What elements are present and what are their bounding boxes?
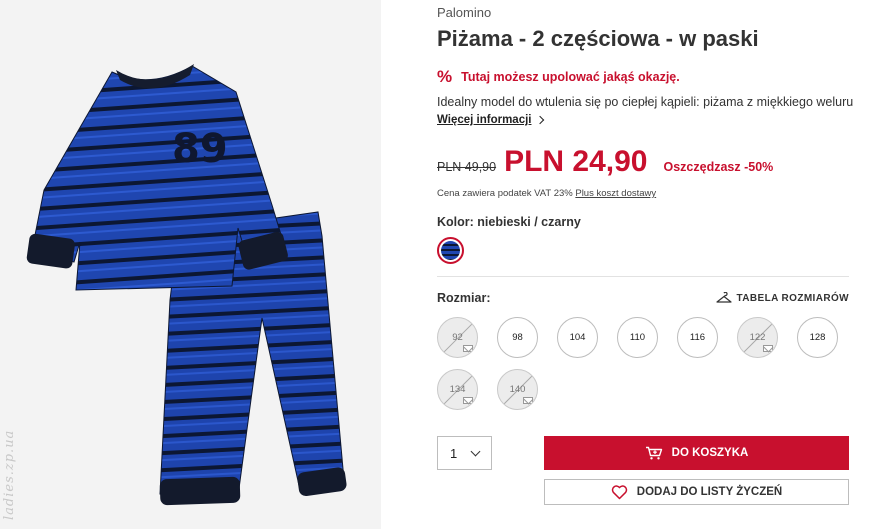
envelope-icon bbox=[463, 345, 473, 352]
size-value: 140 bbox=[509, 384, 526, 395]
size-value: 110 bbox=[629, 332, 646, 343]
add-to-cart-button[interactable]: DO KOSZYKA bbox=[544, 436, 849, 470]
size-value: 104 bbox=[569, 332, 586, 343]
size-value: 92 bbox=[452, 332, 463, 343]
size-option[interactable]: 116 bbox=[677, 317, 718, 358]
size-value: 122 bbox=[749, 332, 766, 343]
product-image: 89 ladies.zp.ua bbox=[0, 0, 381, 529]
add-to-wishlist-label: DODAJ DO LISTY ŻYCZEŃ bbox=[636, 486, 783, 498]
shirt-number: 89 bbox=[172, 126, 228, 172]
size-option[interactable]: 122 bbox=[737, 317, 778, 358]
color-swatch-blue-black[interactable] bbox=[437, 237, 464, 264]
size-value: 98 bbox=[512, 332, 523, 343]
vat-note: Cena zawiera podatek VAT 23% Plus koszt … bbox=[437, 188, 656, 199]
promo-banner: % Tutaj możesz upolować jakąś okazję. bbox=[437, 68, 680, 85]
color-label: Kolor: niebieski / czarny bbox=[437, 215, 581, 229]
pajama-illustration: 89 bbox=[26, 64, 347, 506]
brand-name[interactable]: Palomino bbox=[437, 5, 491, 20]
more-info-link[interactable]: Więcej informacji bbox=[437, 114, 545, 126]
size-option[interactable]: 134 bbox=[437, 369, 478, 410]
color-swatch-fill bbox=[441, 241, 460, 260]
quantity-select[interactable]: 1 bbox=[437, 436, 492, 470]
size-table-label: TABELA ROZMIARÓW bbox=[736, 292, 849, 304]
envelope-icon bbox=[463, 397, 473, 404]
size-table-link[interactable]: TABELA ROZMIARÓW bbox=[715, 292, 850, 304]
size-option[interactable]: 98 bbox=[497, 317, 538, 358]
vat-text: Cena zawiera podatek VAT 23% bbox=[437, 188, 573, 199]
old-price: PLN 49,90 bbox=[437, 160, 497, 174]
price-row: PLN 49,90 PLN 24,90 Oszczędzasz -50% bbox=[437, 145, 773, 179]
product-title: Piżama - 2 częściowa - w paski bbox=[437, 26, 759, 51]
more-info-label: Więcej informacji bbox=[437, 114, 532, 126]
envelope-icon bbox=[523, 397, 533, 404]
size-option[interactable]: 92 bbox=[437, 317, 478, 358]
savings-badge: Oszczędzasz -50% bbox=[663, 160, 774, 174]
size-option[interactable]: 110 bbox=[617, 317, 658, 358]
size-option[interactable]: 140 bbox=[497, 369, 538, 410]
chevron-down-icon bbox=[470, 446, 481, 456]
hanger-icon bbox=[715, 292, 732, 303]
envelope-icon bbox=[763, 345, 773, 352]
shipping-cost-link[interactable]: Plus koszt dostawy bbox=[575, 188, 656, 199]
product-description: Idealny model do wtulenia się po ciepłej… bbox=[437, 95, 854, 109]
watermark: ladies.zp.ua bbox=[2, 429, 17, 520]
size-value: 116 bbox=[689, 332, 706, 343]
quantity-value: 1 bbox=[450, 445, 458, 461]
chevron-right-icon bbox=[536, 115, 545, 125]
current-price: PLN 24,90 bbox=[504, 145, 648, 178]
add-to-wishlist-button[interactable]: DODAJ DO LISTY ŻYCZEŃ bbox=[544, 479, 849, 505]
size-label: Rozmiar: bbox=[437, 291, 491, 305]
size-value: 134 bbox=[449, 384, 466, 395]
promo-text: Tutaj możesz upolować jakąś okazję. bbox=[461, 69, 680, 84]
size-option[interactable]: 104 bbox=[557, 317, 598, 358]
heart-icon bbox=[611, 484, 627, 499]
size-value: 128 bbox=[809, 332, 826, 343]
cart-icon bbox=[645, 446, 662, 460]
divider bbox=[437, 276, 849, 277]
add-to-cart-label: DO KOSZYKA bbox=[671, 447, 749, 459]
size-option[interactable]: 128 bbox=[797, 317, 838, 358]
percent-icon: % bbox=[437, 67, 453, 86]
